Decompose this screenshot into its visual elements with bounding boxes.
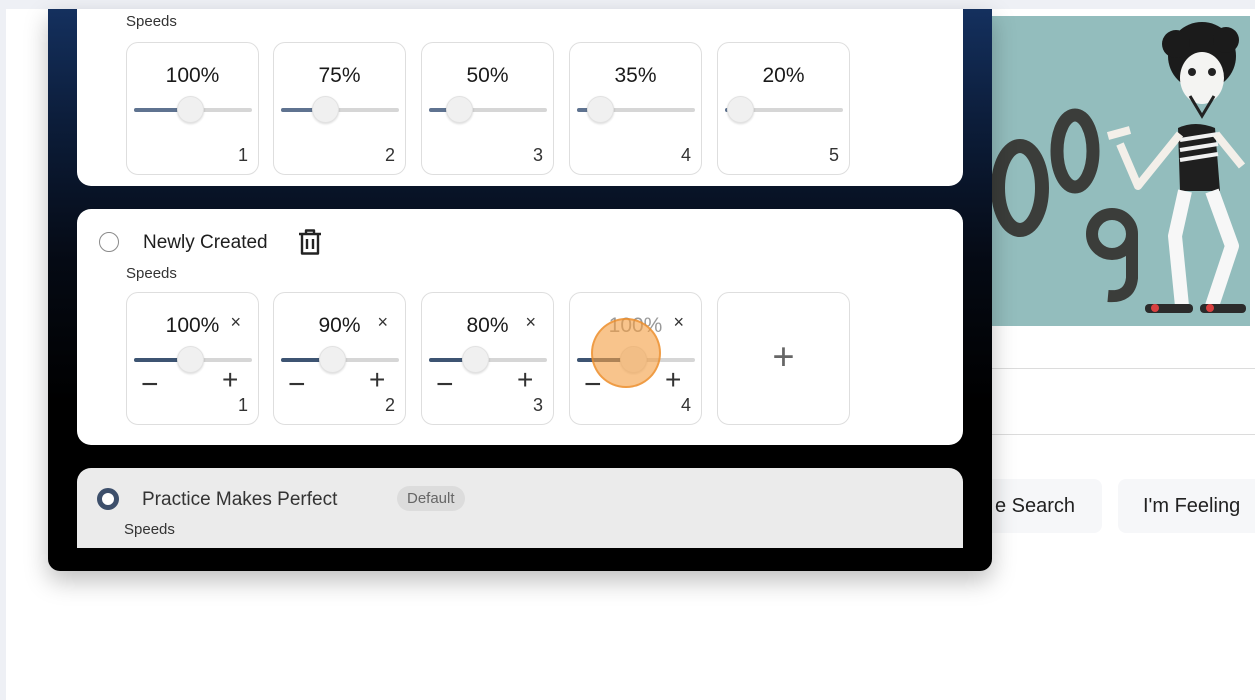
speed-item-1: 100% × − + 1 xyxy=(126,292,259,425)
speed-slider[interactable] xyxy=(725,96,843,123)
page-left-strip xyxy=(0,0,6,700)
slider-thumb[interactable] xyxy=(587,96,614,123)
speed-item-5: 20% 5 xyxy=(717,42,850,175)
slider-thumb[interactable] xyxy=(446,96,473,123)
speed-index: 4 xyxy=(680,395,691,415)
speed-index: 2 xyxy=(384,395,395,415)
speed-item-3: 50% 3 xyxy=(421,42,554,175)
slider-thumb[interactable] xyxy=(319,346,346,373)
increase-speed-button[interactable]: + xyxy=(517,366,533,394)
speed-index: 5 xyxy=(828,145,839,165)
speed-value: 35% xyxy=(614,64,657,87)
speed-slider[interactable] xyxy=(281,346,399,373)
search-area-divider xyxy=(990,368,1255,369)
remove-speed-icon[interactable]: × xyxy=(230,313,241,331)
slider-thumb[interactable] xyxy=(462,346,489,373)
profile-card-practice[interactable]: Practice Makes Perfect Default Speeds xyxy=(77,468,963,548)
add-speed-button[interactable]: + xyxy=(717,292,850,425)
speed-index: 4 xyxy=(680,145,691,165)
speed-index: 3 xyxy=(532,395,543,415)
slider-thumb[interactable] xyxy=(177,96,204,123)
speed-slider[interactable] xyxy=(134,96,252,123)
increase-speed-button[interactable]: + xyxy=(665,366,681,394)
speed-index: 1 xyxy=(237,145,248,165)
plus-icon: + xyxy=(772,336,795,379)
search-box-edge[interactable] xyxy=(990,434,1255,435)
profile-name: Newly Created xyxy=(143,232,268,253)
speed-index: 2 xyxy=(384,145,395,165)
speed-item-2: 90% × − + 2 xyxy=(273,292,406,425)
speed-slider[interactable] xyxy=(429,96,547,123)
decrease-speed-button[interactable]: − xyxy=(436,370,454,400)
click-indicator xyxy=(591,318,661,388)
speed-slider[interactable] xyxy=(577,96,695,123)
speed-index: 3 xyxy=(532,145,543,165)
profile-radio-selected[interactable] xyxy=(97,488,119,510)
speed-slider[interactable] xyxy=(429,346,547,373)
decrease-speed-button[interactable]: − xyxy=(141,370,159,400)
profile-card-newly-created: Newly Created Speeds 100% × − + 1 90% × … xyxy=(77,209,963,445)
increase-speed-button[interactable]: + xyxy=(222,366,238,394)
speed-value: 100% xyxy=(165,64,220,87)
remove-speed-icon[interactable]: × xyxy=(377,313,388,331)
remove-speed-icon[interactable]: × xyxy=(673,313,684,331)
speed-slider[interactable] xyxy=(134,346,252,373)
google-doodle-image[interactable] xyxy=(980,16,1250,326)
speeds-label: Speeds xyxy=(124,521,175,538)
remove-speed-icon[interactable]: × xyxy=(525,313,536,331)
slider-thumb[interactable] xyxy=(177,346,204,373)
profile-radio[interactable] xyxy=(99,232,119,252)
slider-thumb[interactable] xyxy=(727,96,754,123)
trash-icon[interactable] xyxy=(297,228,323,256)
speed-item-4: 35% 4 xyxy=(569,42,702,175)
page-top-strip xyxy=(0,0,1255,9)
speed-value: 20% xyxy=(762,64,805,87)
speed-profiles-popup: Speeds 100% 1 75% 2 50% 3 35% 4 20% 5 Ne… xyxy=(48,9,992,571)
profile-name: Practice Makes Perfect xyxy=(142,489,338,510)
speed-slider[interactable] xyxy=(281,96,399,123)
default-badge: Default xyxy=(397,486,465,511)
profile-card-1: Speeds 100% 1 75% 2 50% 3 35% 4 20% 5 xyxy=(77,9,963,186)
speed-index: 1 xyxy=(237,395,248,415)
speed-item-2: 75% 2 xyxy=(273,42,406,175)
speed-value: 75% xyxy=(318,64,361,87)
speed-item-3: 80% × − + 3 xyxy=(421,292,554,425)
increase-speed-button[interactable]: + xyxy=(369,366,385,394)
speed-item-1: 100% 1 xyxy=(126,42,259,175)
speeds-label: Speeds xyxy=(126,13,177,30)
speeds-label: Speeds xyxy=(126,265,177,282)
feeling-lucky-button[interactable]: I'm Feeling xyxy=(1118,479,1255,533)
speed-value: 50% xyxy=(466,64,509,87)
slider-thumb[interactable] xyxy=(312,96,339,123)
decrease-speed-button[interactable]: − xyxy=(288,370,306,400)
